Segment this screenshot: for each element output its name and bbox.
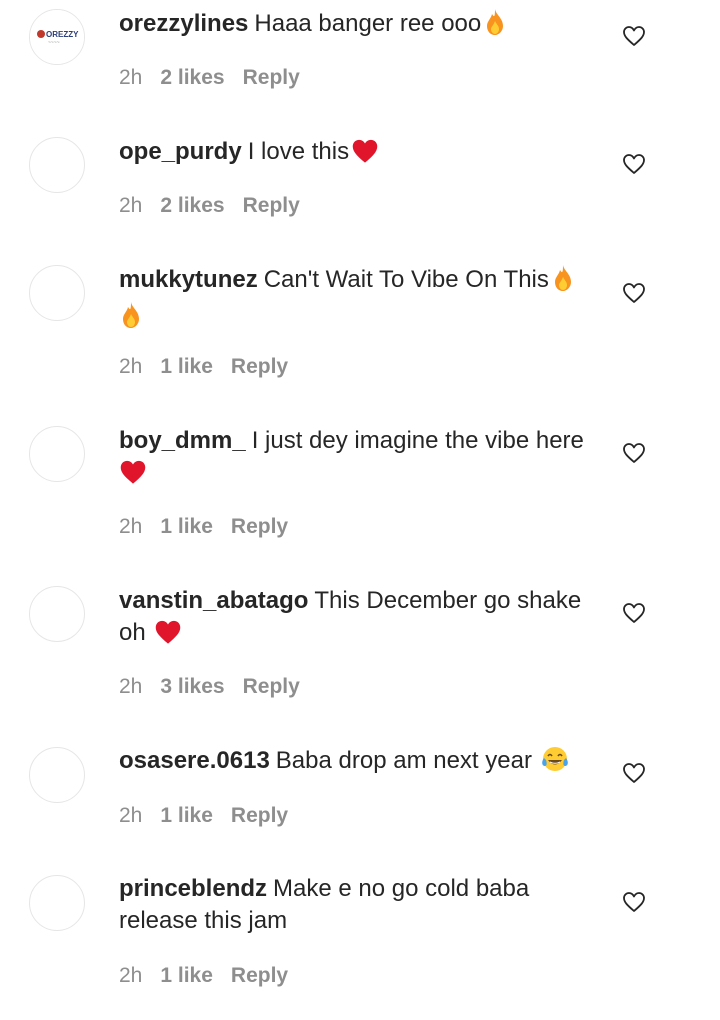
likes-count[interactable]: 1 like — [160, 513, 213, 541]
logo-text: OREZZY — [46, 30, 79, 39]
fire-icon — [551, 264, 575, 301]
fire-icon — [119, 301, 143, 338]
comment-text: princeblendz Make e no go cold baba relea… — [119, 873, 559, 937]
like-heart-icon[interactable] — [622, 153, 646, 175]
joy-face-icon — [540, 745, 570, 782]
comment-body: I love this — [247, 138, 350, 165]
comment-body: Baba drop am next year — [275, 747, 532, 774]
timestamp: 2h — [119, 675, 143, 698]
reply-button[interactable]: Reply — [231, 962, 288, 990]
logo-subtext: ~~~~ — [48, 40, 60, 46]
timestamp: 2h — [119, 66, 143, 89]
comment-text: vanstin_abatago This December go shake oh — [119, 585, 597, 654]
likes-count[interactable]: 1 like — [160, 802, 213, 830]
reply-button[interactable]: Reply — [243, 192, 300, 220]
avatar[interactable] — [29, 265, 85, 321]
timestamp: 2h — [119, 515, 143, 538]
orezzy-logo-icon: OREZZY ~~~~ — [30, 10, 84, 64]
comment-meta: 2h 1 like Reply — [119, 353, 306, 381]
username[interactable]: ope_purdy — [119, 138, 242, 165]
comment-body: I just dey imagine the vibe here — [251, 427, 584, 454]
comment-meta: 2h 1 like Reply — [119, 962, 306, 990]
likes-count[interactable]: 1 like — [160, 962, 213, 990]
comment-text: mukkytunez Can't Wait To Vibe On This — [119, 264, 597, 338]
username[interactable]: princeblendz — [119, 875, 267, 902]
reply-button[interactable]: Reply — [231, 802, 288, 830]
avatar[interactable]: OREZZY ~~~~ — [29, 9, 85, 65]
comment-text: boy_dmm_ I just dey imagine the vibe here — [119, 425, 597, 494]
reply-button[interactable]: Reply — [243, 64, 300, 92]
comment-text: osasere.0613 Baba drop am next year — [119, 745, 597, 782]
timestamp: 2h — [119, 804, 143, 827]
timestamp: 2h — [119, 355, 143, 378]
username[interactable]: osasere.0613 — [119, 747, 270, 774]
like-heart-icon[interactable] — [622, 762, 646, 784]
username[interactable]: boy_dmm_ — [119, 427, 246, 454]
fire-icon — [483, 8, 507, 45]
comment-meta: 2h 3 likes Reply — [119, 673, 318, 701]
timestamp: 2h — [119, 194, 143, 217]
avatar[interactable] — [29, 586, 85, 642]
like-heart-icon[interactable] — [622, 602, 646, 624]
red-heart-icon — [154, 619, 182, 654]
username[interactable]: mukkytunez — [119, 266, 258, 293]
comment-body: Can't Wait To Vibe On This — [263, 266, 549, 293]
reply-button[interactable]: Reply — [231, 513, 288, 541]
likes-count[interactable]: 2 likes — [160, 64, 224, 92]
reply-button[interactable]: Reply — [231, 353, 288, 381]
comment-meta: 2h 2 likes Reply — [119, 64, 318, 92]
like-heart-icon[interactable] — [622, 442, 646, 464]
red-heart-icon — [351, 138, 379, 173]
reply-button[interactable]: Reply — [243, 673, 300, 701]
likes-count[interactable]: 1 like — [160, 353, 213, 381]
comment-meta: 2h 2 likes Reply — [119, 192, 318, 220]
like-heart-icon[interactable] — [622, 25, 646, 47]
comment-text: ope_purdy I love this — [119, 136, 597, 173]
comment-body: Haaa banger ree ooo — [254, 10, 482, 37]
comment-text: orezzylines Haaa banger ree ooo — [119, 8, 597, 45]
avatar[interactable] — [29, 426, 85, 482]
like-heart-icon[interactable] — [622, 891, 646, 913]
username[interactable]: vanstin_abatago — [119, 587, 308, 614]
likes-count[interactable]: 2 likes — [160, 192, 224, 220]
username[interactable]: orezzylines — [119, 10, 248, 37]
comment-meta: 2h 1 like Reply — [119, 802, 306, 830]
avatar[interactable] — [29, 875, 85, 931]
timestamp: 2h — [119, 964, 143, 987]
avatar[interactable] — [29, 747, 85, 803]
likes-count[interactable]: 3 likes — [160, 673, 224, 701]
like-heart-icon[interactable] — [622, 282, 646, 304]
avatar[interactable] — [29, 137, 85, 193]
red-heart-icon — [119, 459, 147, 494]
comment-meta: 2h 1 like Reply — [119, 513, 306, 541]
